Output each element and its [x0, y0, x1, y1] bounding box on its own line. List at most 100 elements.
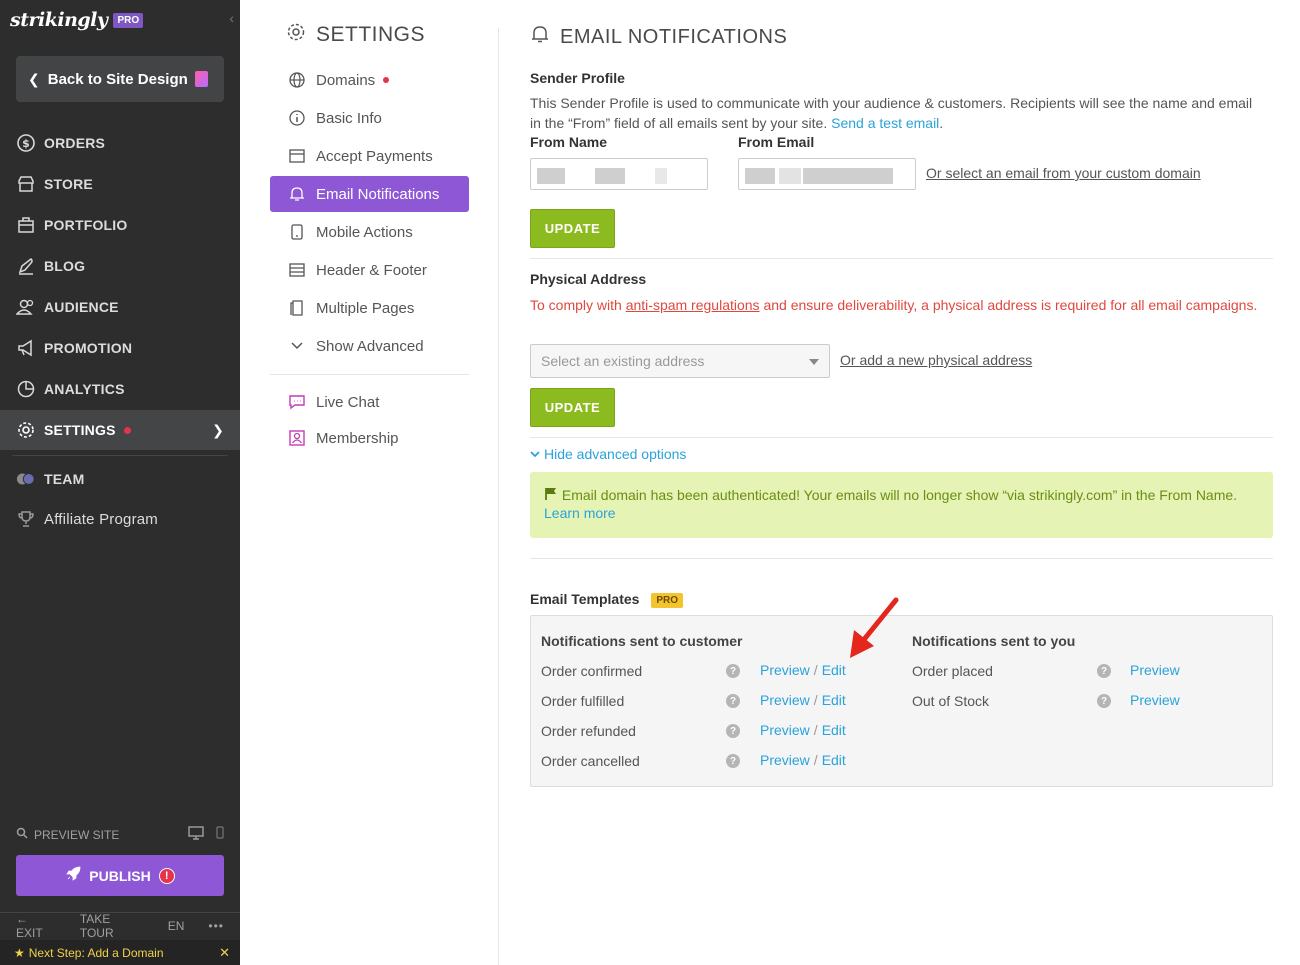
- help-icon[interactable]: ?: [726, 664, 740, 678]
- preview-link[interactable]: Preview: [1130, 662, 1180, 678]
- template-actions: Preview / Edit: [760, 662, 846, 678]
- publish-button[interactable]: PUBLISH !: [16, 855, 224, 896]
- flag-icon: [544, 487, 558, 503]
- edit-link[interactable]: Edit: [822, 692, 846, 708]
- template-name: Order confirmed: [541, 663, 643, 679]
- arrow-left-icon: ←: [16, 911, 28, 926]
- from-email-label: From Email: [738, 134, 815, 150]
- settings-item-multiple-pages[interactable]: Multiple Pages: [270, 290, 469, 326]
- mobile-preview-icon[interactable]: [216, 826, 224, 843]
- redacted-text: [655, 168, 667, 184]
- settings-item-label: Email Notifications: [316, 185, 440, 203]
- take-tour-link[interactable]: TAKE TOUR: [80, 912, 144, 940]
- nav-portfolio[interactable]: PORTFOLIO: [0, 205, 240, 245]
- preview-link[interactable]: Preview: [760, 722, 810, 738]
- dollar-circle-icon: $: [16, 133, 36, 153]
- nav-affiliate-program[interactable]: Affiliate Program: [0, 499, 240, 539]
- template-actions: Preview / Edit: [760, 752, 846, 768]
- template-row-order-cancelled: Order cancelled: [541, 751, 640, 771]
- back-to-site-design-button[interactable]: ❮ Back to Site Design: [16, 56, 224, 102]
- help-icon[interactable]: ?: [726, 724, 740, 738]
- nav-store[interactable]: STORE: [0, 164, 240, 204]
- nav-team[interactable]: TEAM: [0, 459, 240, 499]
- section-divider: [530, 558, 1273, 559]
- add-physical-address-link[interactable]: Or add a new physical address: [840, 352, 1032, 368]
- edit-link[interactable]: Edit: [822, 722, 846, 738]
- settings-item-accept-payments[interactable]: Accept Payments: [270, 138, 469, 174]
- settings-item-label: Accept Payments: [316, 147, 433, 165]
- preview-site-link[interactable]: PREVIEW SITE: [34, 828, 119, 842]
- preview-link[interactable]: Preview: [760, 692, 810, 708]
- anti-spam-link[interactable]: anti-spam regulations: [626, 297, 760, 313]
- from-name-input[interactable]: [530, 158, 708, 190]
- learn-more-link[interactable]: Learn more: [544, 505, 616, 521]
- settings-item-mobile-actions[interactable]: Mobile Actions: [270, 214, 469, 250]
- settings-title: SETTINGS: [286, 22, 425, 48]
- pro-badge: PRO: [651, 592, 684, 608]
- settings-item-label: Header & Footer: [316, 261, 427, 279]
- search-icon: [16, 827, 28, 842]
- email-templates-title: Email Templates: [530, 591, 640, 607]
- settings-item-membership[interactable]: Membership: [270, 420, 469, 456]
- preview-site-row: PREVIEW SITE: [16, 826, 224, 843]
- store-icon: [16, 174, 36, 194]
- language-selector[interactable]: EN: [168, 919, 185, 933]
- more-options-icon[interactable]: •••: [208, 919, 224, 933]
- settings-title-text: SETTINGS: [316, 23, 426, 46]
- help-icon[interactable]: ?: [726, 694, 740, 708]
- hide-advanced-toggle[interactable]: Hide advanced options: [530, 446, 686, 462]
- send-test-email-link[interactable]: Send a test email: [831, 115, 939, 131]
- help-icon[interactable]: ?: [1097, 694, 1111, 708]
- pen-icon: [16, 256, 36, 276]
- chevron-down-icon: [288, 337, 306, 355]
- brand-logo[interactable]: strikingly PRO: [10, 8, 144, 32]
- edit-link[interactable]: Edit: [822, 752, 846, 768]
- settings-item-header-footer[interactable]: Header & Footer: [270, 252, 469, 288]
- preview-link[interactable]: Preview: [760, 662, 810, 678]
- nav-label: ANALYTICS: [44, 381, 125, 397]
- sidebar-bottom-bar: ← EXIT TAKE TOUR EN •••: [0, 912, 240, 940]
- collapse-sidebar-icon[interactable]: ‹: [229, 10, 234, 26]
- settings-item-domains[interactable]: Domains: [270, 62, 469, 98]
- pro-badge: PRO: [113, 12, 144, 28]
- help-icon[interactable]: ?: [726, 754, 740, 768]
- back-button-label: Back to Site Design: [47, 70, 188, 88]
- settings-item-basic-info[interactable]: Basic Info: [270, 100, 469, 136]
- auth-message: Email domain has been authenticated! You…: [561, 487, 1238, 503]
- redacted-text: [537, 168, 565, 184]
- nav-label: PORTFOLIO: [44, 217, 128, 233]
- logo-text: strikingly: [10, 9, 108, 31]
- settings-item-live-chat[interactable]: Live Chat: [270, 384, 469, 420]
- nav-analytics[interactable]: ANALYTICS: [0, 369, 240, 409]
- custom-domain-email-link[interactable]: Or select an email from your custom doma…: [926, 165, 1201, 181]
- hide-advanced-label: Hide advanced options: [544, 446, 687, 462]
- address-select[interactable]: Select an existing address: [530, 344, 830, 378]
- close-icon[interactable]: ✕: [219, 945, 230, 961]
- portfolio-icon: [16, 215, 36, 235]
- preview-link[interactable]: Preview: [760, 752, 810, 768]
- settings-item-label: Live Chat: [316, 393, 380, 411]
- update-sender-button[interactable]: UPDATE: [530, 209, 615, 248]
- nav-settings[interactable]: SETTINGS ❯: [0, 410, 240, 450]
- nav-label: Affiliate Program: [44, 510, 159, 528]
- settings-item-label: Domains: [316, 71, 376, 89]
- help-icon[interactable]: ?: [1097, 664, 1111, 678]
- nav-promotion[interactable]: PROMOTION: [0, 328, 240, 368]
- preview-link[interactable]: Preview: [1130, 692, 1180, 708]
- exit-link[interactable]: ← EXIT: [16, 912, 56, 940]
- settings-item-email-notifications[interactable]: Email Notifications: [270, 176, 469, 212]
- annotation-arrow-icon: [850, 597, 899, 658]
- nav-audience[interactable]: AUDIENCE: [0, 287, 240, 327]
- redacted-text: [745, 168, 775, 184]
- settings-item-show-advanced[interactable]: Show Advanced: [270, 328, 469, 364]
- update-address-button[interactable]: UPDATE: [530, 388, 615, 427]
- bell-icon: [530, 24, 550, 50]
- from-email-input[interactable]: [738, 158, 916, 190]
- page-design-icon: [195, 71, 208, 87]
- nav-blog[interactable]: BLOG: [0, 246, 240, 286]
- template-row-order-confirmed: Order confirmed: [541, 661, 642, 681]
- desktop-preview-icon[interactable]: [188, 826, 204, 843]
- next-step-banner[interactable]: ★ Next Step: Add a Domain ✕: [0, 940, 240, 965]
- nav-orders[interactable]: $ ORDERS: [0, 123, 240, 163]
- address-warning: To comply with anti-spam regulations and…: [530, 296, 1260, 315]
